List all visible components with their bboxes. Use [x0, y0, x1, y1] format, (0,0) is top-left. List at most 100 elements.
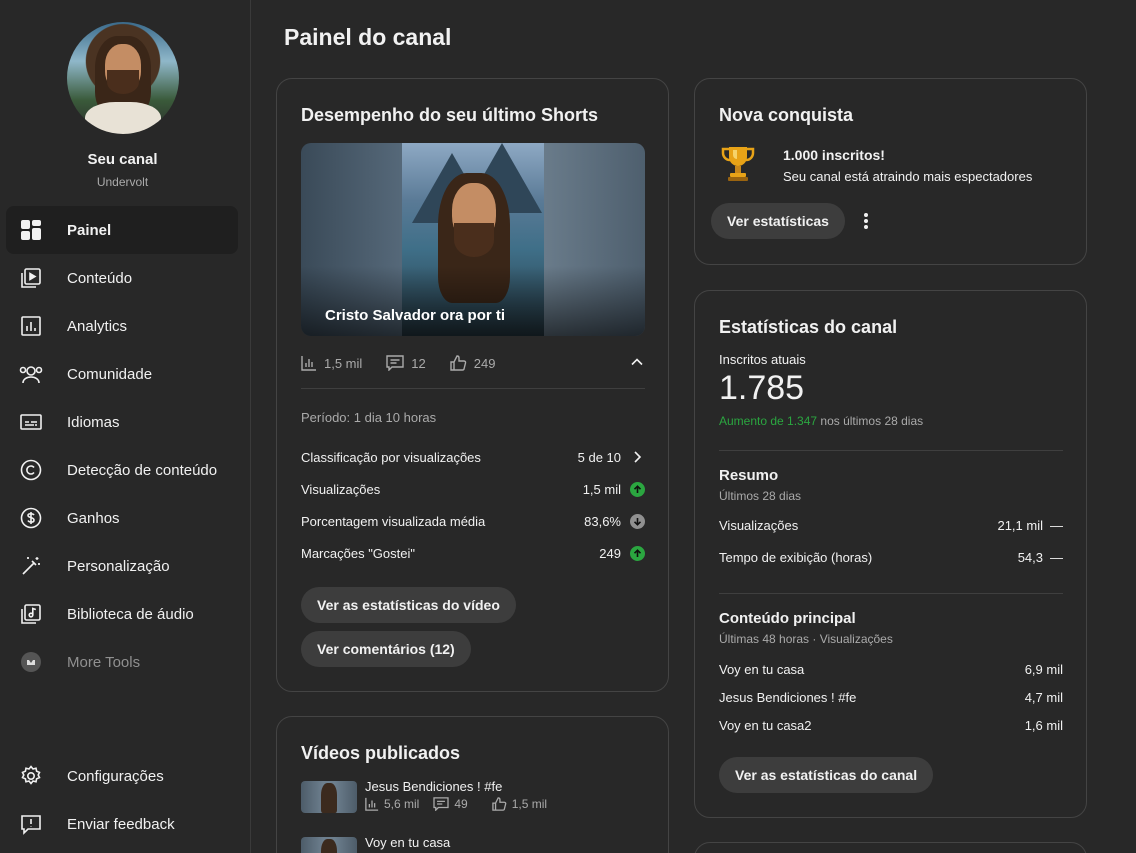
channel-stats-card: Estatísticas do canal Inscritos atuais 1…: [694, 290, 1087, 818]
channel-avatar[interactable]: [67, 22, 179, 134]
card-title: Desempenho do seu último Shorts: [301, 105, 599, 125]
sidebar-nav: Painel Conteúdo Analytics Comunidade Idi…: [6, 206, 238, 686]
sidebar-item-label: Comunidade: [67, 365, 153, 383]
likes-stat: 249: [450, 355, 495, 371]
list-item[interactable]: Voy en tu casa: [301, 835, 645, 853]
top-content-subtitle: Últimas 48 horas · Visualizações: [719, 632, 893, 646]
achievement-card: Nova conquista 1.000 inscritos! Seu cana…: [694, 78, 1087, 265]
page-title: Painel do canal: [284, 24, 452, 50]
gear-icon: [19, 764, 43, 788]
more-options-icon[interactable]: [859, 211, 873, 231]
top-content-row[interactable]: Voy en tu casa 6,9 mil: [719, 659, 1063, 679]
sidebar-item-label: Analytics: [67, 317, 128, 335]
metric-avg-percentage: Porcentagem visualizada média 83,6%: [301, 511, 645, 531]
next-card: [694, 842, 1087, 853]
subscribers-label: Inscritos atuais: [719, 352, 806, 367]
video-thumbnail[interactable]: [301, 837, 357, 853]
sidebar-item-painel[interactable]: Painel: [6, 206, 238, 254]
sidebar-item-personalizacao[interactable]: Personalização: [6, 542, 238, 590]
views-stat: 1,5 mil: [301, 355, 362, 371]
more-tools-icon: [19, 650, 43, 674]
video-title[interactable]: Voy en tu casa: [365, 835, 450, 850]
collapse-chevron-icon[interactable]: [630, 355, 644, 369]
sidebar-item-ganhos[interactable]: Ganhos: [6, 494, 238, 542]
sidebar-item-label: Conteúdo: [67, 269, 133, 287]
copyright-icon: [19, 458, 43, 482]
comments-stat: 12: [386, 355, 426, 371]
sidebar-item-more-tools[interactable]: More Tools: [6, 638, 238, 686]
sidebar-item-label: Ganhos: [67, 509, 120, 527]
list-item[interactable]: Jesus Bendiciones ! #fe 5,6 mil 49 1,5 m…: [301, 779, 645, 817]
card-title: Nova conquista: [719, 105, 854, 125]
channel-name: Seu canal: [87, 151, 158, 168]
sidebar-item-label: Idiomas: [67, 413, 120, 431]
chevron-right-icon: [629, 449, 645, 465]
sidebar-bottom: Configurações Enviar feedback: [6, 752, 238, 848]
subscribers-growth: Aumento de 1.347 nos últimos 28 dias: [719, 414, 924, 428]
card-title: Vídeos publicados: [301, 743, 461, 763]
magic-wand-icon: [19, 554, 43, 578]
card-title: Estatísticas do canal: [719, 317, 898, 337]
view-comments-button[interactable]: Ver comentários (12): [301, 631, 471, 667]
period-label: Período: 1 dia 10 horas: [301, 410, 437, 425]
shorts-video-title: Cristo Salvador ora por ti: [325, 307, 506, 324]
comment-icon: [433, 797, 449, 811]
sidebar-item-comunidade[interactable]: Comunidade: [6, 350, 238, 398]
metric-ranking[interactable]: Classificação por visualizações 5 de 10: [301, 447, 645, 467]
summary-subtitle: Últimos 28 dias: [719, 489, 802, 503]
sidebar-item-label: Painel: [67, 221, 112, 239]
feedback-icon: [19, 812, 43, 836]
dashboard-icon: [19, 218, 43, 242]
arrow-up-icon: [629, 481, 645, 497]
shorts-thumbnail[interactable]: Cristo Salvador ora por ti: [301, 143, 645, 336]
divider: [719, 450, 1063, 451]
sidebar-item-deteccao[interactable]: Detecção de conteúdo: [6, 446, 238, 494]
channel-stats-button[interactable]: Ver as estatísticas do canal: [719, 757, 934, 793]
sidebar-item-idiomas[interactable]: Idiomas: [6, 398, 238, 446]
like-icon: [450, 355, 467, 371]
channel-handle: Undervolt: [96, 175, 149, 189]
divider: [301, 388, 645, 389]
top-content-title: Conteúdo principal: [719, 610, 856, 627]
analytics-icon: [301, 356, 316, 371]
subtitles-icon: [19, 410, 43, 434]
audio-library-icon: [19, 602, 43, 626]
video-thumbnail[interactable]: [301, 781, 357, 813]
summary-title: Resumo: [719, 467, 779, 484]
sidebar-item-label: Configurações: [67, 767, 164, 785]
view-stats-button[interactable]: Ver estatísticas: [711, 203, 845, 239]
content-icon: [19, 266, 43, 290]
sidebar-item-configuracoes[interactable]: Configurações: [6, 752, 238, 800]
summary-row-views: Visualizações 21,1 mil —: [719, 517, 1063, 533]
achievement-headline: 1.000 inscritos!: [783, 147, 885, 163]
sidebar-item-biblioteca-audio[interactable]: Biblioteca de áudio: [6, 590, 238, 638]
video-stats-button[interactable]: Ver as estatísticas do vídeo: [301, 587, 516, 623]
shorts-performance-card: Desempenho do seu último Shorts Cristo S…: [276, 78, 669, 692]
top-content-row[interactable]: Voy en tu casa2 1,6 mil: [719, 715, 1063, 735]
arrow-up-icon: [629, 545, 645, 561]
achievement-subtitle: Seu canal está atraindo mais espectadore…: [783, 169, 1033, 184]
analytics-icon: [365, 797, 379, 811]
comment-icon: [386, 355, 404, 371]
community-icon: [19, 362, 43, 386]
divider: [719, 593, 1063, 594]
analytics-icon: [19, 314, 43, 338]
sidebar-item-label: Enviar feedback: [67, 815, 175, 833]
trophy-icon: [721, 147, 755, 181]
metric-views: Visualizações 1,5 mil: [301, 479, 645, 499]
published-videos-card: Vídeos publicados Jesus Bendiciones ! #f…: [276, 716, 669, 853]
sidebar-item-feedback[interactable]: Enviar feedback: [6, 800, 238, 848]
video-title[interactable]: Jesus Bendiciones ! #fe: [365, 779, 502, 794]
metric-likes: Marcações "Gostei" 249: [301, 543, 645, 563]
sidebar-item-conteudo[interactable]: Conteúdo: [6, 254, 238, 302]
like-icon: [491, 797, 507, 811]
sidebar: Seu canal Undervolt Painel Conteúdo Anal…: [0, 0, 251, 853]
sidebar-item-label: Biblioteca de áudio: [67, 605, 194, 623]
summary-row-watch-time: Tempo de exibição (horas) 54,3 —: [719, 549, 1063, 565]
sidebar-item-analytics[interactable]: Analytics: [6, 302, 238, 350]
arrow-down-icon: [629, 513, 645, 529]
video-stats: 5,6 mil 49 1,5 mil: [365, 797, 561, 811]
shorts-stats-row: 1,5 mil 12 249: [301, 351, 645, 375]
sidebar-item-label: Personalização: [67, 557, 170, 575]
top-content-row[interactable]: Jesus Bendiciones ! #fe 4,7 mil: [719, 687, 1063, 707]
